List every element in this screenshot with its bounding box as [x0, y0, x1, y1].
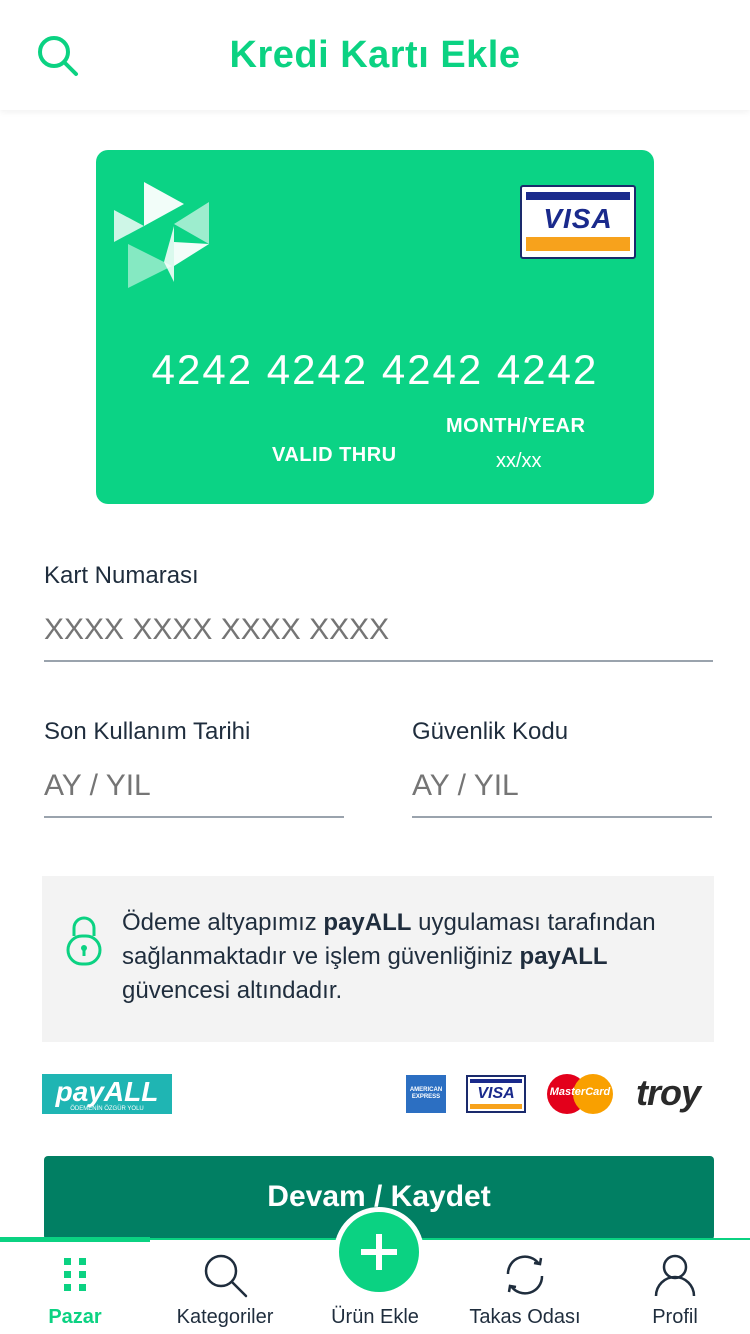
plus-icon [361, 1234, 397, 1270]
expiry-underline [44, 816, 344, 818]
credit-card-preview: VISA 4242 4242 4242 4242 VALID THRU MONT… [96, 150, 654, 504]
mastercard-logo: MasterCard [547, 1074, 613, 1114]
tab-label: Takas Odası [469, 1306, 581, 1328]
tab-pazar[interactable]: Pazar [0, 1240, 150, 1334]
card-number-underline [44, 660, 713, 662]
card-expiry-display: xx/xx [496, 450, 542, 472]
search-icon [204, 1254, 248, 1298]
visa-small-logo: VISA [466, 1075, 526, 1113]
visa-logo: VISA [520, 185, 636, 259]
add-product-button[interactable] [334, 1207, 424, 1297]
amex-logo: AMERICAN EXPRESS [406, 1075, 446, 1113]
tab-takas-odasi[interactable]: Takas Odası [450, 1240, 600, 1334]
app-header: Kredi Kartı Ekle [0, 0, 750, 110]
troy-logo: troy [636, 1072, 701, 1113]
card-number-label: Kart Numarası [44, 562, 199, 589]
tab-label: Kategoriler [176, 1306, 274, 1328]
lock-icon [66, 916, 102, 966]
tab-kategoriler[interactable]: Kategoriler [150, 1240, 300, 1334]
grid-icon [64, 1258, 86, 1291]
expiry-input[interactable] [44, 766, 344, 806]
tab-label: Pazar [48, 1306, 102, 1328]
payall-logo: payALL ÖDEMENİN ÖZGÜR YOLU [42, 1074, 172, 1114]
expiry-label: Son Kullanım Tarihi [44, 718, 251, 745]
user-icon [654, 1254, 696, 1297]
tab-label: Ürün Ekle [331, 1306, 419, 1328]
valid-thru-label: VALID THRU [272, 444, 397, 466]
tab-label: Profil [652, 1306, 698, 1328]
page-title: Kredi Kartı Ekle [229, 34, 521, 76]
refresh-icon [506, 1255, 544, 1295]
month-year-label: MONTH/YEAR [446, 415, 586, 437]
security-info-box: Ödeme altyapımız payALL uygulaması taraf… [42, 876, 714, 1042]
cvv-label: Güvenlik Kodu [412, 718, 569, 745]
security-info-text: Ödeme altyapımız payALL uygulaması taraf… [122, 909, 656, 1004]
tab-profil[interactable]: Profil [600, 1240, 750, 1334]
app-logo-icon [114, 182, 209, 288]
card-number-display: 4242 4242 4242 4242 [151, 346, 599, 393]
cvv-underline [412, 816, 712, 818]
cvv-input[interactable] [412, 766, 712, 806]
card-number-input[interactable] [44, 610, 712, 650]
